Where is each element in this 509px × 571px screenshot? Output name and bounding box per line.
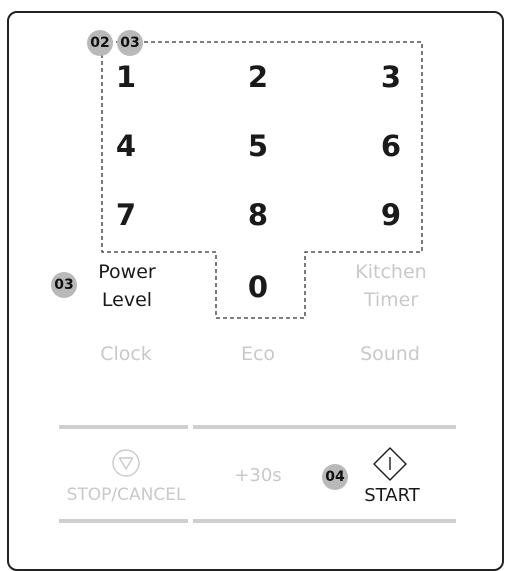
- kitchen-timer-label-line1: Kitchen: [355, 261, 427, 283]
- kitchen-timer-button[interactable]: Kitchen Timer: [336, 259, 446, 315]
- clock-button[interactable]: Clock: [76, 341, 176, 367]
- badge-start: 04: [322, 464, 348, 490]
- plus-30s-button[interactable]: +30s: [218, 463, 298, 489]
- badge-power-level: 03: [51, 272, 77, 298]
- key-9[interactable]: 9: [371, 198, 411, 232]
- stop-cancel-button[interactable]: STOP/CANCEL: [56, 446, 196, 512]
- sound-button[interactable]: Sound: [340, 341, 440, 367]
- power-level-label-line1: Power: [98, 261, 156, 283]
- bar-top-left: [59, 425, 188, 429]
- power-level-button[interactable]: Power Level: [82, 259, 172, 315]
- start-button[interactable]: START: [352, 446, 432, 512]
- key-8[interactable]: 8: [238, 198, 278, 232]
- key-1[interactable]: 1: [106, 60, 146, 94]
- badge-keypad-a: 02: [87, 30, 113, 56]
- stop-cancel-label: STOP/CANCEL: [66, 485, 186, 505]
- bar-bottom-right: [193, 519, 456, 523]
- key-7[interactable]: 7: [106, 198, 146, 232]
- key-6[interactable]: 6: [371, 129, 411, 163]
- stop-icon: [112, 449, 140, 477]
- key-5[interactable]: 5: [238, 129, 278, 163]
- badge-keypad-b: 03: [117, 30, 143, 56]
- start-diamond-icon: [373, 447, 407, 481]
- start-label: START: [364, 485, 420, 506]
- key-3[interactable]: 3: [371, 60, 411, 94]
- power-level-label-line2: Level: [101, 289, 153, 311]
- key-0[interactable]: 0: [238, 270, 278, 304]
- key-4[interactable]: 4: [106, 129, 146, 163]
- key-2[interactable]: 2: [238, 60, 278, 94]
- kitchen-timer-label-line2: Timer: [363, 289, 419, 311]
- eco-button[interactable]: Eco: [218, 341, 298, 367]
- bar-bottom-left: [59, 519, 188, 523]
- bar-top-right: [193, 425, 456, 429]
